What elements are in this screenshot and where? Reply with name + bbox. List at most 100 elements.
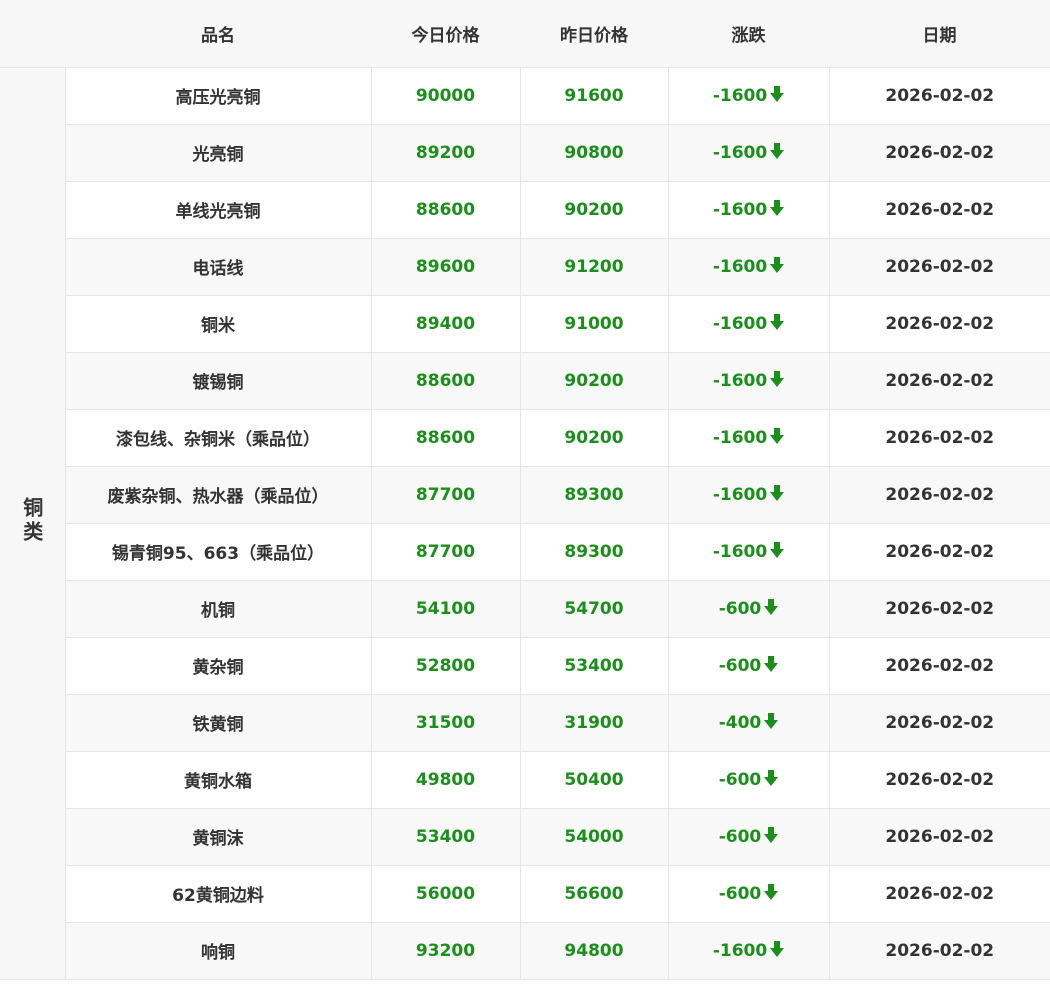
product-name: 光亮铜 xyxy=(64,124,371,182)
today-price: 88600 xyxy=(370,352,520,410)
table-header-row: 品名 今日价格 昨日价格 涨跌 日期 xyxy=(0,0,1050,68)
change-value: -600 xyxy=(718,769,762,790)
category-cell: 铜类 xyxy=(0,67,65,980)
change-value: -600 xyxy=(718,826,762,847)
down-arrow-icon xyxy=(761,712,779,733)
table-row: 漆包线、杂铜米（乘品位） 88600 90200 -1600 2026-02-02 xyxy=(0,409,1050,467)
price-change: -1600 xyxy=(667,238,829,296)
table-row: 62黄铜边料 56000 56600 -600 2026-02-02 xyxy=(0,865,1050,923)
price-date: 2026-02-02 xyxy=(828,295,1050,353)
product-name: 黄杂铜 xyxy=(64,637,371,695)
change-value: -1600 xyxy=(712,313,768,334)
today-price: 93200 xyxy=(370,922,520,980)
price-change: -1600 xyxy=(667,295,829,353)
table-row: 电话线 89600 91200 -1600 2026-02-02 xyxy=(0,238,1050,296)
product-name: 响铜 xyxy=(64,922,371,980)
product-name: 高压光亮铜 xyxy=(64,67,371,125)
yesterday-price: 53400 xyxy=(519,637,668,695)
price-date: 2026-02-02 xyxy=(828,865,1050,923)
table-row: 黄杂铜 52800 53400 -600 2026-02-02 xyxy=(0,637,1050,695)
change-value: -1600 xyxy=(712,541,768,562)
yesterday-price: 54700 xyxy=(519,580,668,638)
down-arrow-icon xyxy=(761,769,779,790)
down-arrow-icon xyxy=(767,427,785,448)
product-name: 铁黄铜 xyxy=(64,694,371,752)
product-name: 铜米 xyxy=(64,295,371,353)
category-header xyxy=(0,0,65,68)
product-name: 镀锡铜 xyxy=(64,352,371,410)
today-price: 87700 xyxy=(370,523,520,581)
change-value: -600 xyxy=(718,598,762,619)
table-row: 铁黄铜 31500 31900 -400 2026-02-02 xyxy=(0,694,1050,752)
today-price: 88600 xyxy=(370,409,520,467)
today-price: 89400 xyxy=(370,295,520,353)
down-arrow-icon xyxy=(767,370,785,391)
price-change: -600 xyxy=(667,808,829,866)
yesterday-price: 90200 xyxy=(519,409,668,467)
change-value: -1600 xyxy=(712,142,768,163)
yesterday-price: 90800 xyxy=(519,124,668,182)
price-change: -1600 xyxy=(667,409,829,467)
price-change: -600 xyxy=(667,865,829,923)
change-value: -1600 xyxy=(712,940,768,961)
today-price: 90000 xyxy=(370,67,520,125)
change-value: -1600 xyxy=(712,484,768,505)
price-date: 2026-02-02 xyxy=(828,352,1050,410)
down-arrow-icon xyxy=(761,655,779,676)
today-price: 53400 xyxy=(370,808,520,866)
product-name: 机铜 xyxy=(64,580,371,638)
price-date: 2026-02-02 xyxy=(828,751,1050,809)
today-price: 87700 xyxy=(370,466,520,524)
table-row: 机铜 54100 54700 -600 2026-02-02 xyxy=(0,580,1050,638)
yesterday-price: 31900 xyxy=(519,694,668,752)
change-value: -1600 xyxy=(712,256,768,277)
down-arrow-icon xyxy=(767,142,785,163)
yesterday-price: 54000 xyxy=(519,808,668,866)
change-value: -1600 xyxy=(712,85,768,106)
yesterday-price: 89300 xyxy=(519,466,668,524)
today-price: 54100 xyxy=(370,580,520,638)
price-change: -1600 xyxy=(667,352,829,410)
price-date: 2026-02-02 xyxy=(828,124,1050,182)
today-price: 52800 xyxy=(370,637,520,695)
yesterday-price: 90200 xyxy=(519,181,668,239)
price-change: -600 xyxy=(667,751,829,809)
table-row: 镀锡铜 88600 90200 -1600 2026-02-02 xyxy=(0,352,1050,410)
price-change: -1600 xyxy=(667,523,829,581)
down-arrow-icon xyxy=(767,256,785,277)
product-name: 漆包线、杂铜米（乘品位） xyxy=(64,409,371,467)
table-row: 黄铜水箱 49800 50400 -600 2026-02-02 xyxy=(0,751,1050,809)
price-change: -1600 xyxy=(667,466,829,524)
price-change: -400 xyxy=(667,694,829,752)
down-arrow-icon xyxy=(761,883,779,904)
price-date: 2026-02-02 xyxy=(828,409,1050,467)
product-name: 电话线 xyxy=(64,238,371,296)
price-change: -1600 xyxy=(667,124,829,182)
product-name: 锡青铜95、663（乘品位） xyxy=(64,523,371,581)
product-name: 单线光亮铜 xyxy=(64,181,371,239)
down-arrow-icon xyxy=(767,85,785,106)
price-change: -1600 xyxy=(667,67,829,125)
change-value: -600 xyxy=(718,883,762,904)
price-date: 2026-02-02 xyxy=(828,637,1050,695)
category-label: 铜类 xyxy=(19,496,44,545)
table-row: 废紫杂铜、热水器（乘品位） 87700 89300 -1600 2026-02-02 xyxy=(0,466,1050,524)
price-change: -600 xyxy=(667,580,829,638)
down-arrow-icon xyxy=(767,484,785,505)
price-change: -1600 xyxy=(667,922,829,980)
price-date: 2026-02-02 xyxy=(828,694,1050,752)
product-name: 黄铜水箱 xyxy=(64,751,371,809)
yesterday-price: 94800 xyxy=(519,922,668,980)
table-row: 光亮铜 89200 90800 -1600 2026-02-02 xyxy=(0,124,1050,182)
change-value: -400 xyxy=(718,712,762,733)
header-name: 品名 xyxy=(65,0,371,68)
header-today-price: 今日价格 xyxy=(371,0,520,68)
price-date: 2026-02-02 xyxy=(828,238,1050,296)
table-row: 铜米 89400 91000 -1600 2026-02-02 xyxy=(0,295,1050,353)
header-change: 涨跌 xyxy=(668,0,829,68)
yesterday-price: 91000 xyxy=(519,295,668,353)
table-row: 响铜 93200 94800 -1600 2026-02-02 xyxy=(0,922,1050,980)
today-price: 89200 xyxy=(370,124,520,182)
header-date: 日期 xyxy=(829,0,1050,68)
table-row: 锡青铜95、663（乘品位） 87700 89300 -1600 2026-02-02 xyxy=(0,523,1050,581)
